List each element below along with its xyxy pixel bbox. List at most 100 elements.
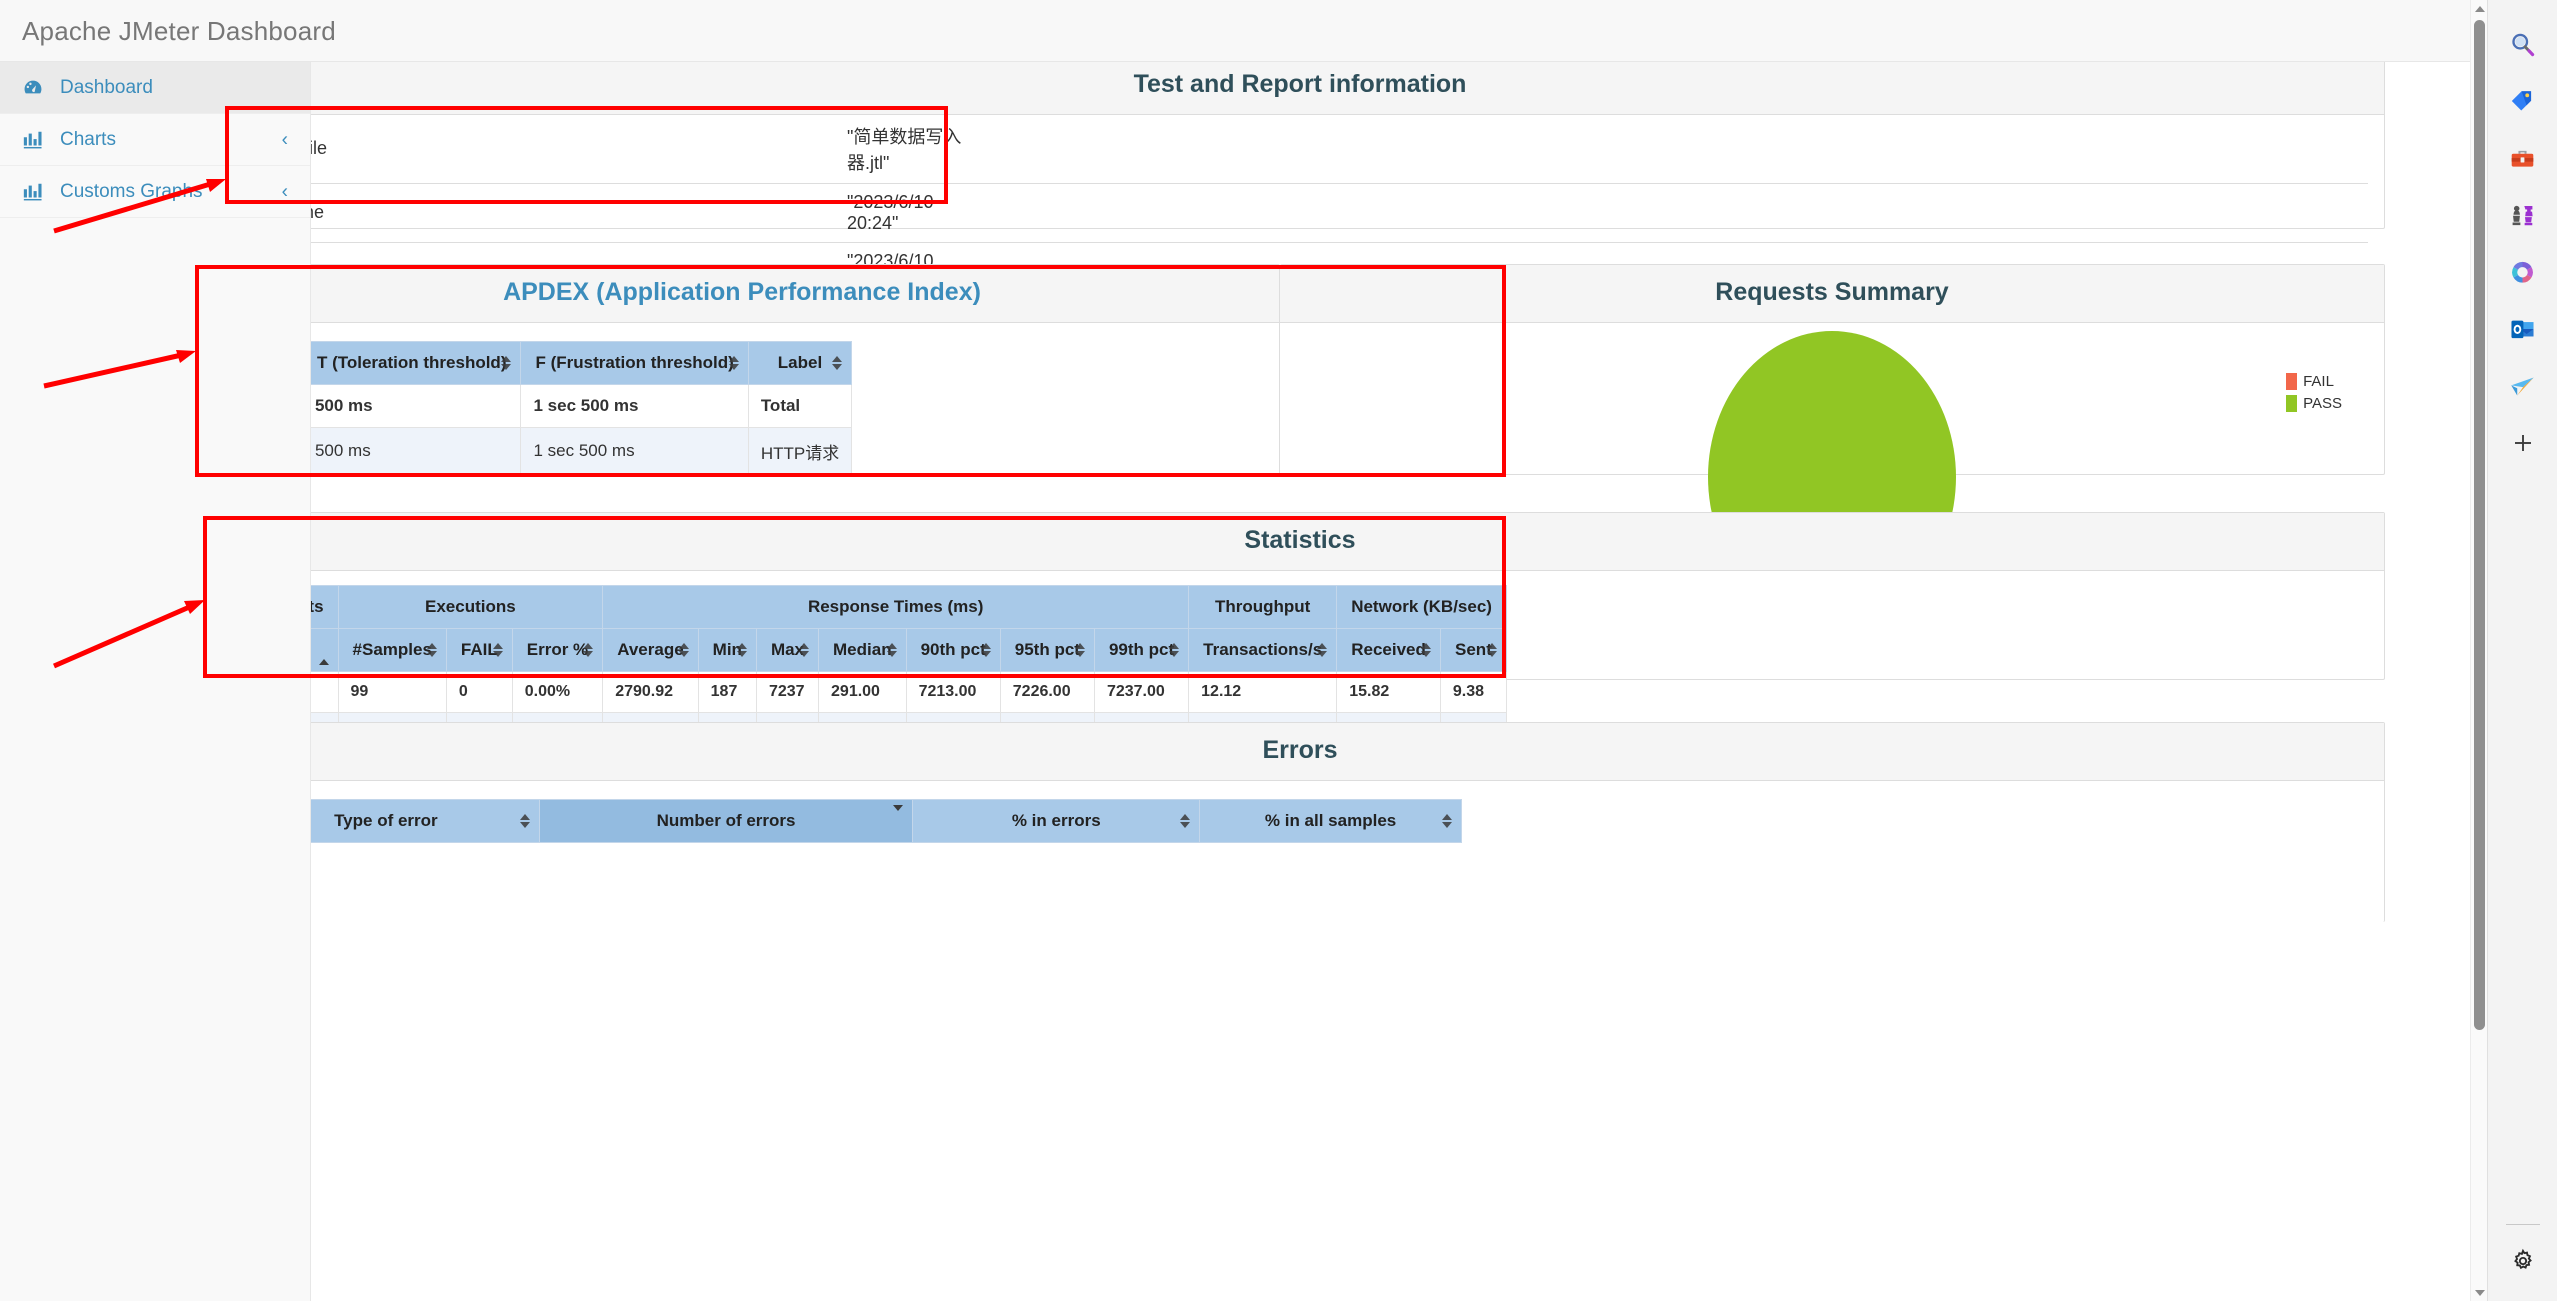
scrollbar-up-arrow-icon[interactable] xyxy=(2471,0,2488,17)
sort-both-icon xyxy=(1317,642,1328,657)
sort-both-icon xyxy=(1486,642,1497,657)
sort-both-icon xyxy=(583,642,594,657)
cell-99th-pct: 7237.00 xyxy=(1093,670,1190,713)
group-header-executions: Executions xyxy=(337,584,604,629)
column-label: Average xyxy=(617,639,684,659)
column-header-90th-pct[interactable]: 90th pct xyxy=(905,627,1001,672)
cell-max: 7237 xyxy=(755,670,820,713)
statistics-panel: Statistics Requests Executions Response … xyxy=(311,512,2385,760)
legend-item-fail[interactable]: FAIL xyxy=(2286,372,2342,390)
column-header-transactions-per-sec[interactable]: Transactions/s xyxy=(1188,627,1338,672)
table-group-header-row: Requests Executions Response Times (ms) … xyxy=(311,584,1507,629)
legend-item-pass[interactable]: PASS xyxy=(2286,394,2342,412)
column-header-sent[interactable]: Sent xyxy=(1439,627,1507,672)
column-label: 99th pct xyxy=(1108,639,1175,659)
rail-divider xyxy=(2505,1224,2540,1225)
sort-both-icon xyxy=(1420,642,1431,657)
settings-gear-icon[interactable] xyxy=(2501,1239,2545,1283)
cell-samples: 99 xyxy=(337,670,447,713)
send-icon[interactable] xyxy=(2501,364,2545,408)
column-label: % in errors xyxy=(1011,810,1101,830)
group-header-requests: Requests xyxy=(311,584,339,629)
column-header-pct-in-errors[interactable]: % in errors xyxy=(912,798,1201,843)
legend-label: FAIL xyxy=(2303,372,2334,390)
cell-median: 291.00 xyxy=(818,670,907,713)
column-label: % in all samples xyxy=(1264,810,1397,830)
table-header-row: Label #Samples FAIL xyxy=(311,627,1507,672)
group-label: Response Times (ms) xyxy=(807,596,984,616)
column-header-min[interactable]: Min xyxy=(697,627,757,672)
page-scrollbar[interactable] xyxy=(2470,0,2487,1301)
cell-95th-pct: 7226.00 xyxy=(999,670,1095,713)
panel-title: Errors xyxy=(1262,736,1338,764)
column-header-pct-in-all-samples[interactable]: % in all samples xyxy=(1199,798,1462,843)
column-header-label[interactable]: Label xyxy=(311,627,339,672)
column-label: Received xyxy=(1351,639,1426,659)
table-row: 0.636 500 ms 1 sec 500 ms Total xyxy=(311,383,853,428)
sort-both-icon xyxy=(799,642,810,657)
table-header-row: Apdex T (Toleration threshold) F (Frustr… xyxy=(311,340,853,385)
info-value: "2023/6/10 20:24" xyxy=(837,182,997,242)
column-header-average[interactable]: Average xyxy=(602,627,699,672)
apdex-table: Apdex T (Toleration threshold) F (Frustr… xyxy=(311,340,853,476)
column-header-toleration-threshold[interactable]: T (Toleration threshold) xyxy=(311,340,522,385)
column-header-frustration-threshold[interactable]: F (Frustration threshold) xyxy=(520,340,749,385)
column-header-fail[interactable]: FAIL xyxy=(445,627,513,672)
sort-both-icon xyxy=(736,642,747,657)
errors-table: Type of error Number of errors % in erro… xyxy=(311,798,1462,843)
sort-both-icon xyxy=(492,642,503,657)
panel-header: Test and Report information xyxy=(311,62,2384,115)
panel-header: Errors xyxy=(311,723,2384,781)
chevron-left-icon[interactable]: ‹ xyxy=(282,182,288,201)
sort-both-icon xyxy=(1074,642,1085,657)
column-label: Number of errors xyxy=(656,810,796,830)
sidebar-item-label: Dashboard xyxy=(60,77,153,98)
browser-sidebar-rail xyxy=(2487,0,2557,1301)
scrollbar-down-arrow-icon[interactable] xyxy=(2471,1284,2488,1301)
column-header-error-pct[interactable]: Error % xyxy=(511,627,604,672)
table-row: Start Time "2023/6/10 20:24" xyxy=(311,182,2368,242)
sidebar-item-charts[interactable]: Charts ‹ xyxy=(0,114,310,166)
scrollbar-thumb[interactable] xyxy=(2474,20,2485,1030)
sort-both-icon xyxy=(519,813,530,828)
table-row: 0.636 500 ms 1 sec 500 ms HTTP请求 xyxy=(311,426,853,476)
sidebar-item-label: Charts xyxy=(60,129,116,150)
sort-both-icon xyxy=(1442,813,1452,828)
panel-title: Requests Summary xyxy=(1715,278,1949,306)
sort-both-icon xyxy=(728,355,739,370)
table-row: Total 99 0 0.00% 2790.92 187 7237 291.00… xyxy=(311,670,1507,713)
column-header-samples[interactable]: #Samples xyxy=(337,627,447,672)
sidebar-item-dashboard[interactable]: Dashboard xyxy=(0,62,310,114)
column-header-99th-pct[interactable]: 99th pct xyxy=(1093,627,1190,672)
games-icon[interactable] xyxy=(2501,193,2545,237)
column-header-max[interactable]: Max xyxy=(755,627,820,672)
column-header-95th-pct[interactable]: 95th pct xyxy=(999,627,1095,672)
cell-label: Total xyxy=(747,383,853,428)
add-icon[interactable] xyxy=(2501,421,2545,465)
column-header-number-of-errors[interactable]: Number of errors xyxy=(538,798,914,843)
sort-asc-icon xyxy=(318,639,329,665)
chart-legend: FAIL PASS xyxy=(2286,372,2342,417)
panel-header: APDEX (Application Performance Index) xyxy=(311,265,1279,323)
cell-90th-pct: 7213.00 xyxy=(905,670,1001,713)
microsoft-365-icon[interactable] xyxy=(2501,250,2545,294)
table-row: Source file "简单数据写入器.jtl" xyxy=(311,115,2368,184)
panel-body: Apdex T (Toleration threshold) F (Frustr… xyxy=(311,323,1279,486)
column-header-type-of-error[interactable]: Type of error xyxy=(311,798,540,843)
sidebar-item-customs-graphs[interactable]: Customs Graphs ‹ xyxy=(0,166,310,218)
column-header-median[interactable]: Median xyxy=(818,627,907,672)
chevron-left-icon[interactable]: ‹ xyxy=(282,130,288,149)
legend-label: PASS xyxy=(2303,394,2342,412)
sort-both-icon xyxy=(980,642,991,657)
column-label: Label xyxy=(777,352,823,372)
group-label: Throughput xyxy=(1214,596,1311,616)
legend-swatch-fail xyxy=(2286,372,2298,390)
column-header-received[interactable]: Received xyxy=(1336,627,1441,672)
column-label: #Samples xyxy=(352,639,432,659)
search-icon[interactable] xyxy=(2501,22,2545,66)
column-header-label[interactable]: Label xyxy=(747,340,853,385)
group-label: Requests xyxy=(311,596,324,616)
toolbox-icon[interactable] xyxy=(2501,136,2545,180)
outlook-icon[interactable] xyxy=(2501,307,2545,351)
shopping-tag-icon[interactable] xyxy=(2501,79,2545,123)
